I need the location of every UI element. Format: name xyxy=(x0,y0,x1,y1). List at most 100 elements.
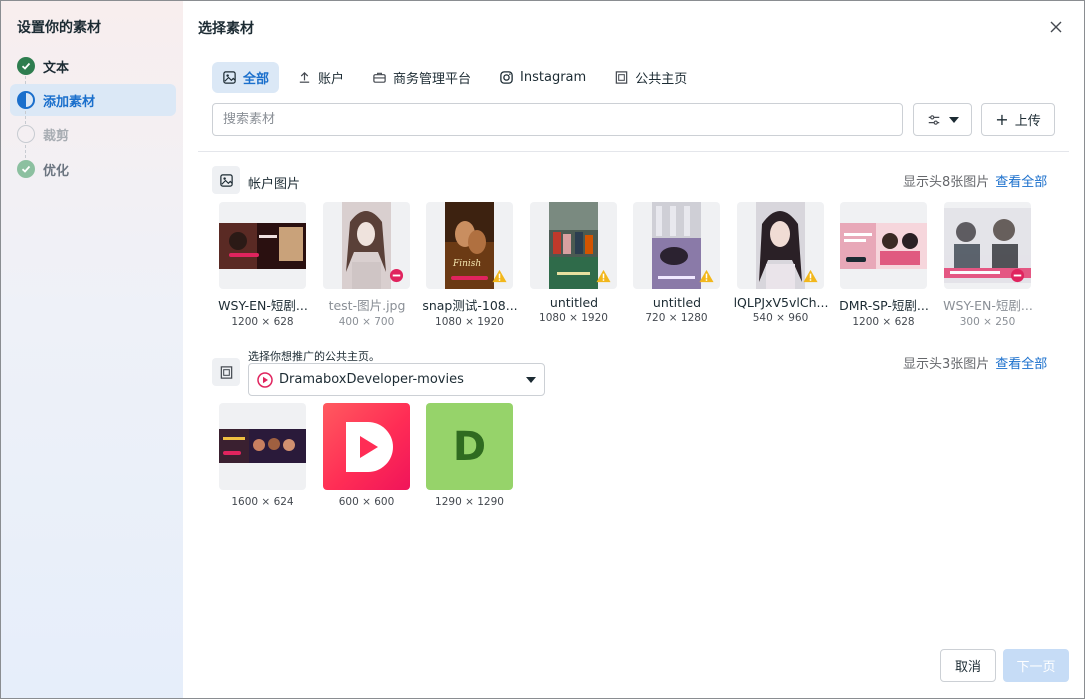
step-label: 文本 xyxy=(43,60,70,76)
media-name: WSY-EN-短剧... xyxy=(943,298,1033,313)
media-item[interactable]: 600 × 600 xyxy=(323,403,410,508)
cancel-button[interactable]: 取消 xyxy=(940,649,996,682)
tab-label: 公共主页 xyxy=(635,72,688,87)
media-size: 720 × 1280 xyxy=(645,312,708,324)
media-item[interactable]: lQLPJxV5vlCh... 540 × 960 xyxy=(734,202,828,324)
media-name: test-图片.jpg xyxy=(328,298,406,313)
media-size: 300 × 250 xyxy=(959,316,1016,328)
media-thumbnail xyxy=(840,202,927,289)
check-circle-icon xyxy=(17,57,35,75)
media-size: 1200 × 628 xyxy=(852,316,915,328)
media-item[interactable]: untitled 720 × 1280 xyxy=(633,202,720,324)
dialog-title: 选择素材 xyxy=(198,21,254,37)
media-size: 1290 × 1290 xyxy=(435,496,504,508)
media-thumbnail xyxy=(737,202,824,289)
error-badge-icon xyxy=(389,268,404,283)
media-size: 1080 × 1920 xyxy=(539,312,608,324)
upload-button[interactable]: + 上传 xyxy=(981,103,1055,136)
account-images-meta: 显示头8张图片 查看全部 xyxy=(903,171,1047,190)
warning-badge-icon xyxy=(803,268,818,283)
tab-public-page[interactable]: 公共主页 xyxy=(604,62,697,93)
caret-down-icon xyxy=(948,116,959,123)
step-label: 裁剪 xyxy=(43,128,70,144)
media-item[interactable]: WSY-EN-短剧... 1200 × 628 xyxy=(218,202,308,328)
page-select-dropdown[interactable]: DramaboxDeveloper-movies xyxy=(248,363,545,396)
steps-sidebar: 设置你的素材 文本 添加素材 裁剪 优化 xyxy=(1,1,183,698)
close-icon xyxy=(1050,21,1062,33)
page-icon xyxy=(615,71,628,84)
media-size: 1600 × 624 xyxy=(231,496,294,508)
page-images-count: 显示头3张图片 xyxy=(903,357,990,372)
media-item[interactable]: DMR-SP-短剧... 1200 × 628 xyxy=(839,202,929,328)
step-add-media[interactable]: 添加素材 xyxy=(10,84,176,116)
page-select-label: 选择你想推广的公共主页。 xyxy=(248,350,380,363)
media-size: 400 × 700 xyxy=(338,316,395,328)
media-name: DMR-SP-短剧... xyxy=(839,298,929,313)
search-input[interactable] xyxy=(223,112,892,127)
media-thumbnail xyxy=(323,202,410,289)
tab-label: 账户 xyxy=(318,72,345,87)
tab-business-manager[interactable]: 商务管理平台 xyxy=(362,62,481,93)
check-circle-icon xyxy=(17,160,35,178)
media-thumbnail xyxy=(323,403,410,490)
selected-page-name: DramaboxDeveloper-movies xyxy=(279,372,464,387)
media-size: 540 × 960 xyxy=(752,312,809,324)
upload-label: 上传 xyxy=(1014,114,1041,129)
caret-down-icon xyxy=(526,376,536,383)
step-crop[interactable]: 裁剪 xyxy=(10,118,176,150)
media-item[interactable]: WSY-EN-短剧... 300 × 250 xyxy=(943,202,1033,328)
source-tabs: 全部 账户 商务管理平台 Instagram 公共主页 xyxy=(212,62,705,93)
media-size: 1200 × 628 xyxy=(231,316,294,328)
media-thumbnail xyxy=(633,202,720,289)
media-thumbnail xyxy=(219,403,306,490)
sliders-icon xyxy=(928,114,939,125)
account-images-title: 帐户图片 xyxy=(248,177,301,192)
avatar-letter: D xyxy=(452,423,487,470)
media-item[interactable]: Finish snap测试-108... 1080 × 1920 xyxy=(422,202,518,328)
media-item[interactable]: 1600 × 624 xyxy=(219,403,306,508)
step-label: 添加素材 xyxy=(43,94,96,110)
warning-badge-icon xyxy=(492,268,507,283)
svg-text:Finish: Finish xyxy=(452,259,481,269)
error-badge-icon xyxy=(1010,268,1025,283)
media-item[interactable]: test-图片.jpg 400 × 700 xyxy=(323,202,410,328)
dramabox-logo-icon xyxy=(257,371,273,388)
tab-label: 商务管理平台 xyxy=(393,72,472,87)
sidebar-title: 设置你的素材 xyxy=(17,20,101,36)
divider xyxy=(198,151,1069,152)
image-icon xyxy=(212,166,240,194)
step-text[interactable]: 文本 xyxy=(10,50,176,82)
view-all-link[interactable]: 查看全部 xyxy=(995,357,1047,372)
media-name: snap测试-108... xyxy=(422,298,518,313)
upload-icon xyxy=(299,71,310,83)
empty-circle-icon xyxy=(17,125,35,143)
tab-account[interactable]: 账户 xyxy=(287,62,354,93)
view-all-link[interactable]: 查看全部 xyxy=(995,175,1047,190)
step-optimize[interactable]: 优化 xyxy=(10,153,176,185)
media-picker: 选择素材 全部 账户 商务管理平台 Instagram 公共主页 搜索素材 + … xyxy=(183,1,1084,698)
tab-all[interactable]: 全部 xyxy=(212,62,280,93)
plus-icon: + xyxy=(995,110,1009,129)
media-thumbnail xyxy=(219,202,306,289)
close-button[interactable] xyxy=(1046,17,1066,37)
briefcase-icon xyxy=(373,72,386,83)
dramabox-logo-icon xyxy=(345,421,393,472)
media-thumbnail: D xyxy=(426,403,513,490)
media-name: untitled xyxy=(549,295,599,310)
account-images-count: 显示头8张图片 xyxy=(903,175,990,190)
warning-badge-icon xyxy=(596,268,611,283)
page-icon xyxy=(212,358,240,386)
media-name: lQLPJxV5vlCh... xyxy=(733,295,829,310)
next-button[interactable]: 下一页 xyxy=(1003,649,1069,682)
media-thumbnail xyxy=(530,202,617,289)
filter-button[interactable] xyxy=(913,103,972,136)
image-icon xyxy=(223,71,236,84)
search-box xyxy=(212,103,903,136)
media-item[interactable]: D 1290 × 1290 xyxy=(426,403,513,508)
tab-label: Instagram xyxy=(520,70,587,85)
tab-instagram[interactable]: Instagram xyxy=(489,62,596,93)
instagram-icon xyxy=(500,71,513,84)
media-name: WSY-EN-短剧... xyxy=(218,298,308,313)
dialog-frame: 设置你的素材 文本 添加素材 裁剪 优化 选择素材 全部 账户 商务管理平台 I… xyxy=(0,0,1085,699)
media-item[interactable]: untitled 1080 × 1920 xyxy=(530,202,617,324)
